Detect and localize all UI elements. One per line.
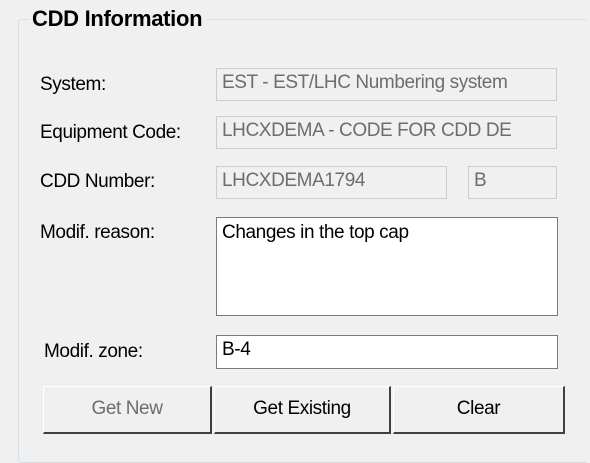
modif-reason-textarea[interactable]: Changes in the top cap [216,217,558,316]
clear-button[interactable]: Clear [393,386,565,434]
system-field: EST - EST/LHC Numbering system [216,68,557,101]
modif-reason-label: Modif. reason: [40,222,155,243]
cdd-number-label: CDD Number: [40,171,155,192]
cdd-revision-field: B [468,166,557,199]
system-label: System: [40,74,106,95]
modif-zone-input[interactable]: B-4 [216,335,558,369]
equipment-code-label: Equipment Code: [40,122,181,143]
get-new-button[interactable]: Get New [43,386,212,434]
modif-zone-label: Modif. zone: [44,341,143,362]
cdd-number-field: LHCXDEMA1794 [216,166,447,199]
group-title: CDD Information [29,6,208,32]
get-existing-button[interactable]: Get Existing [214,386,391,434]
equipment-code-field: LHCXDEMA - CODE FOR CDD DE [216,116,557,149]
